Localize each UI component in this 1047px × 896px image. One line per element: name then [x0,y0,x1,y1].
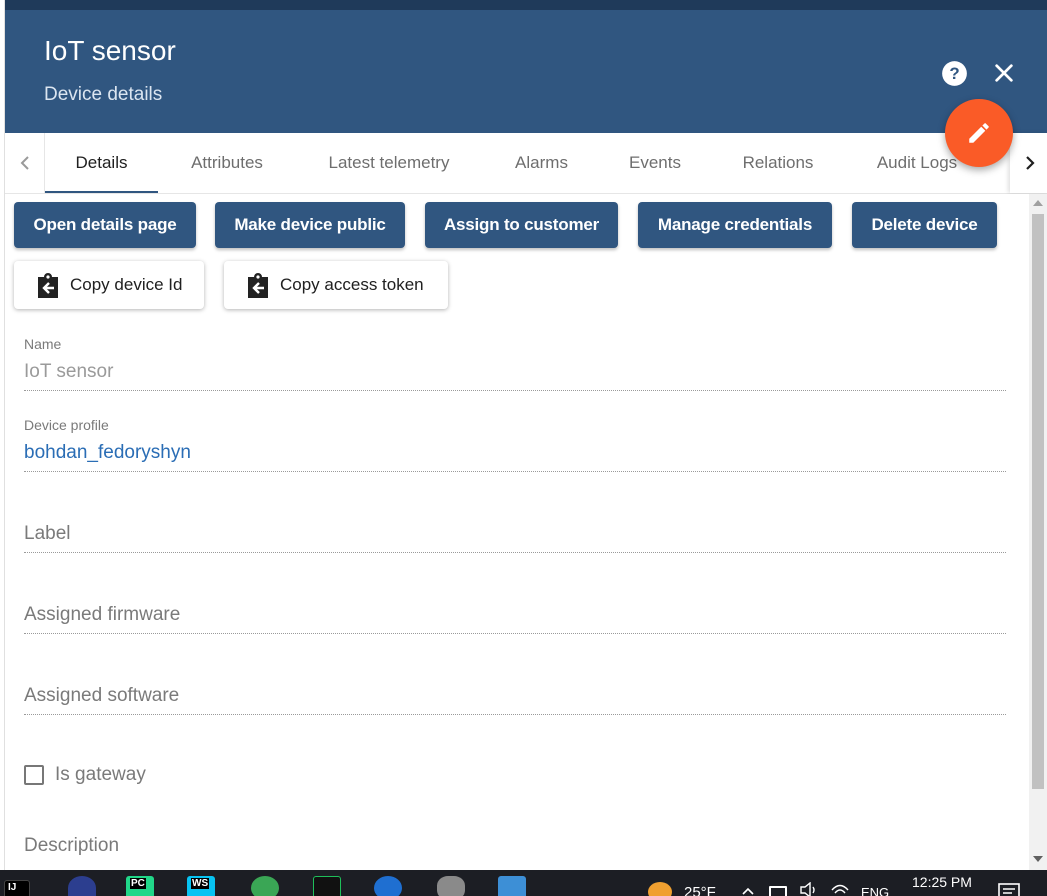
app-icon[interactable] [313,876,341,896]
close-button[interactable] [989,58,1019,88]
window-top-bar [0,0,1047,10]
webstorm-app-icon[interactable]: WS [187,876,215,896]
battery-icon[interactable] [769,886,787,896]
notifications-icon[interactable] [998,883,1020,896]
assigned-software-placeholder: Assigned software [24,685,180,706]
tab-events[interactable]: Events [605,133,705,193]
svg-text:?: ? [949,64,959,83]
tab-latest-telemetry[interactable]: Latest telemetry [306,133,472,193]
assign-to-customer-button[interactable]: Assign to customer [425,202,618,248]
chevron-right-icon [1026,156,1035,170]
copy-device-id-label: Copy device Id [70,275,183,294]
pycharm-app-icon[interactable]: PC [126,876,154,896]
help-icon: ? [941,60,967,86]
is-gateway-checkbox[interactable] [24,765,44,785]
database-app-icon[interactable] [437,876,465,896]
clipboard-icon [36,272,60,298]
copy-device-id-button[interactable]: Copy device Id [14,261,204,309]
atom-app-icon[interactable] [251,876,279,896]
is-gateway-checkbox-row[interactable]: Is gateway [24,764,146,786]
weather-icon[interactable] [648,882,672,896]
clock-time[interactable]: 12:25 PM [912,874,972,890]
pencil-icon [969,123,989,143]
debugger-app-icon[interactable] [68,876,96,896]
intellij-app-label: IJ [8,882,17,893]
delete-device-button[interactable]: Delete device [852,202,997,248]
label-field[interactable]: Label [24,494,1006,553]
tab-relations[interactable]: Relations [719,133,837,193]
input-language[interactable]: ENG [861,885,889,896]
tabs-scroll-left[interactable] [5,133,45,193]
tab-alarms[interactable]: Alarms [489,133,594,193]
weather-temperature[interactable]: 25°F [684,884,716,896]
browser-app-icon[interactable] [374,876,402,896]
assigned-firmware-placeholder: Assigned firmware [24,604,181,625]
vertical-scrollbar[interactable] [1029,194,1047,870]
chevron-left-icon [20,156,29,170]
device-profile-field[interactable]: Device profile bohdan_fedoryshyn [24,415,1006,472]
name-field-label: Name [24,336,62,352]
copy-access-token-button[interactable]: Copy access token [224,261,448,309]
clipboard-icon [246,272,270,298]
name-field-value: IoT sensor [24,361,114,382]
help-button[interactable]: ? [939,58,969,88]
details-panel: Open details page Make device public Ass… [5,194,1029,870]
remote-desktop-app-icon[interactable] [498,876,526,896]
device-subtitle: Device details [44,84,163,105]
open-details-page-button[interactable]: Open details page [14,202,196,248]
scroll-down-arrow-icon[interactable] [1033,856,1043,862]
device-profile-link[interactable]: bohdan_fedoryshyn [24,442,191,464]
device-profile-label: Device profile [24,417,109,433]
description-placeholder[interactable]: Description [24,835,119,857]
dialog-header: IoT sensor Device details ? [5,10,1047,133]
copy-access-token-label: Copy access token [280,275,424,294]
edit-fab-button[interactable] [945,99,1013,167]
label-field-placeholder: Label [24,523,71,544]
assigned-software-field[interactable]: Assigned software [24,656,1006,715]
tab-attributes[interactable]: Attributes [168,133,286,193]
scroll-thumb[interactable] [1032,214,1044,789]
close-icon [995,64,1013,82]
is-gateway-label: Is gateway [55,764,146,785]
manage-credentials-button[interactable]: Manage credentials [638,202,832,248]
wifi-icon[interactable] [830,882,850,896]
webstorm-app-label: WS [191,878,210,889]
chevron-up-icon[interactable] [741,886,755,896]
device-title: IoT sensor [44,35,176,66]
tabs-scroll-right[interactable] [1010,133,1047,193]
volume-icon[interactable] [799,882,819,896]
assigned-firmware-field[interactable]: Assigned firmware [24,575,1006,634]
tab-details[interactable]: Details [45,133,158,193]
pycharm-app-label: PC [130,878,146,889]
scroll-up-arrow-icon[interactable] [1033,200,1043,206]
windows-taskbar: IJ PC WS 25°F ENG 12:25 PM [0,870,1047,896]
intellij-app-icon[interactable]: IJ [4,880,30,896]
make-device-public-button[interactable]: Make device public [215,202,405,248]
tab-bar: Details Attributes Latest telemetry Alar… [5,133,1047,194]
name-field[interactable]: Name IoT sensor [24,334,1006,391]
